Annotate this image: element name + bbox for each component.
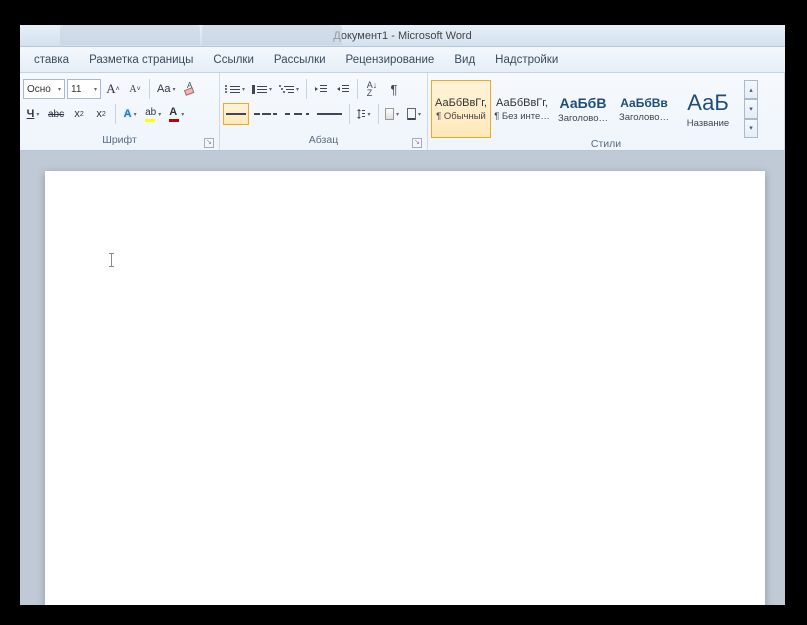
eraser-icon: A [183, 82, 197, 96]
group-label-styles: Стили [431, 138, 781, 150]
svg-text:A: A [187, 82, 193, 90]
separator [149, 79, 150, 99]
multilevel-list-button[interactable] [277, 78, 302, 100]
align-center-button[interactable] [251, 103, 279, 125]
styles-scroll-up[interactable]: ▴ [744, 80, 758, 99]
style-no-spacing[interactable]: АаБбВвГг, ¶ Без инте… [492, 80, 552, 138]
group-styles: АаБбВвГг, ¶ Обычный АаБбВвГг, ¶ Без инте… [428, 73, 785, 150]
change-case-button[interactable]: Aa [154, 78, 178, 100]
style-heading1[interactable]: АаБбВ Заголово… [553, 80, 613, 138]
highlight-button[interactable]: ab [142, 103, 164, 125]
tab-references[interactable]: Ссылки [203, 50, 264, 70]
subscript-button[interactable]: x2 [69, 103, 89, 125]
separator [378, 104, 379, 124]
ribbon-tabs: ставка Разметка страницы Ссылки Рассылки… [20, 47, 785, 73]
group-label-font: Шрифт ↘ [23, 134, 216, 150]
separator [115, 104, 116, 124]
sort-icon: A↓Z [367, 81, 378, 97]
align-left-button[interactable] [223, 103, 249, 125]
decrease-indent-button[interactable] [311, 78, 331, 100]
styles-gallery: АаБбВвГг, ¶ Обычный АаБбВвГг, ¶ Без инте… [431, 78, 758, 138]
font-size-combo[interactable]: 11 [67, 79, 101, 99]
window-title: Документ1 - Microsoft Word [333, 30, 471, 42]
align-justify-button[interactable] [314, 103, 345, 125]
tab-insert[interactable]: ставка [24, 50, 79, 70]
fontcolor-swatch-icon [169, 119, 179, 122]
styles-expand[interactable]: ▾ [744, 119, 758, 138]
multilevel-icon [280, 84, 294, 95]
increase-indent-button[interactable] [333, 78, 353, 100]
tab-mailings[interactable]: Рассылки [264, 50, 336, 70]
style-normal[interactable]: АаБбВвГг, ¶ Обычный [431, 80, 491, 138]
tab-page-layout[interactable]: Разметка страницы [79, 50, 203, 70]
background-tabs [20, 25, 342, 47]
styles-scroll: ▴ ▾ ▾ [744, 80, 758, 138]
app-window: Документ1 - Microsoft Word ставка Размет… [20, 25, 785, 605]
bullets-icon [226, 84, 240, 95]
highlight-swatch-icon [145, 119, 155, 122]
tab-review[interactable]: Рецензирование [336, 50, 445, 70]
document-area[interactable] [20, 151, 785, 605]
bullets-button[interactable] [223, 78, 248, 100]
linespacing-icon [357, 108, 366, 120]
tab-view[interactable]: Вид [444, 50, 485, 70]
group-label-paragraph: Абзац ↘ [223, 134, 424, 150]
show-hide-button[interactable]: ¶ [384, 78, 404, 100]
shrink-font-button[interactable]: A˅ [125, 78, 145, 100]
group-font: Осно▾ 11 A˄ A˅ Aa A Ч abc x2 x2 [20, 73, 220, 150]
shading-button[interactable] [382, 103, 402, 125]
ribbon: Осно▾ 11 A˄ A˅ Aa A Ч abc x2 x2 [20, 73, 785, 151]
font-name-combo[interactable]: Осно▾ [23, 79, 65, 99]
strikethrough-button[interactable]: abc [45, 103, 67, 125]
separator [306, 79, 307, 99]
font-color-button[interactable]: A [166, 103, 187, 125]
sort-button[interactable]: A↓Z [362, 78, 382, 100]
paragraph-dialog-launcher[interactable]: ↘ [412, 138, 422, 148]
shading-icon [385, 108, 394, 120]
separator [357, 79, 358, 99]
bg-tab [202, 25, 342, 45]
page[interactable] [45, 171, 765, 605]
text-effects-button[interactable]: A [120, 103, 140, 125]
borders-button[interactable] [404, 103, 424, 125]
border-icon [407, 108, 416, 120]
styles-scroll-down[interactable]: ▾ [744, 99, 758, 118]
underline-button[interactable]: Ч [23, 103, 43, 125]
numbering-icon [253, 84, 267, 95]
bg-tab [60, 25, 200, 45]
titlebar: Документ1 - Microsoft Word [20, 25, 785, 47]
tab-addins[interactable]: Надстройки [485, 50, 568, 70]
style-heading2[interactable]: АаБбВв Заголово… [614, 80, 674, 138]
outdent-icon [314, 83, 328, 95]
align-right-button[interactable] [282, 103, 313, 125]
grow-font-button[interactable]: A˄ [103, 78, 123, 100]
pilcrow-icon: ¶ [391, 82, 398, 97]
superscript-button[interactable]: x2 [91, 103, 111, 125]
text-cursor [111, 253, 112, 267]
indent-icon [336, 83, 350, 95]
line-spacing-button[interactable] [354, 103, 374, 125]
numbering-button[interactable] [250, 78, 275, 100]
clear-formatting-button[interactable]: A [180, 78, 200, 100]
style-title[interactable]: АаБ Название [675, 80, 741, 138]
font-dialog-launcher[interactable]: ↘ [204, 138, 214, 148]
group-paragraph: A↓Z ¶ Абзац ↘ [220, 73, 428, 150]
separator [349, 104, 350, 124]
